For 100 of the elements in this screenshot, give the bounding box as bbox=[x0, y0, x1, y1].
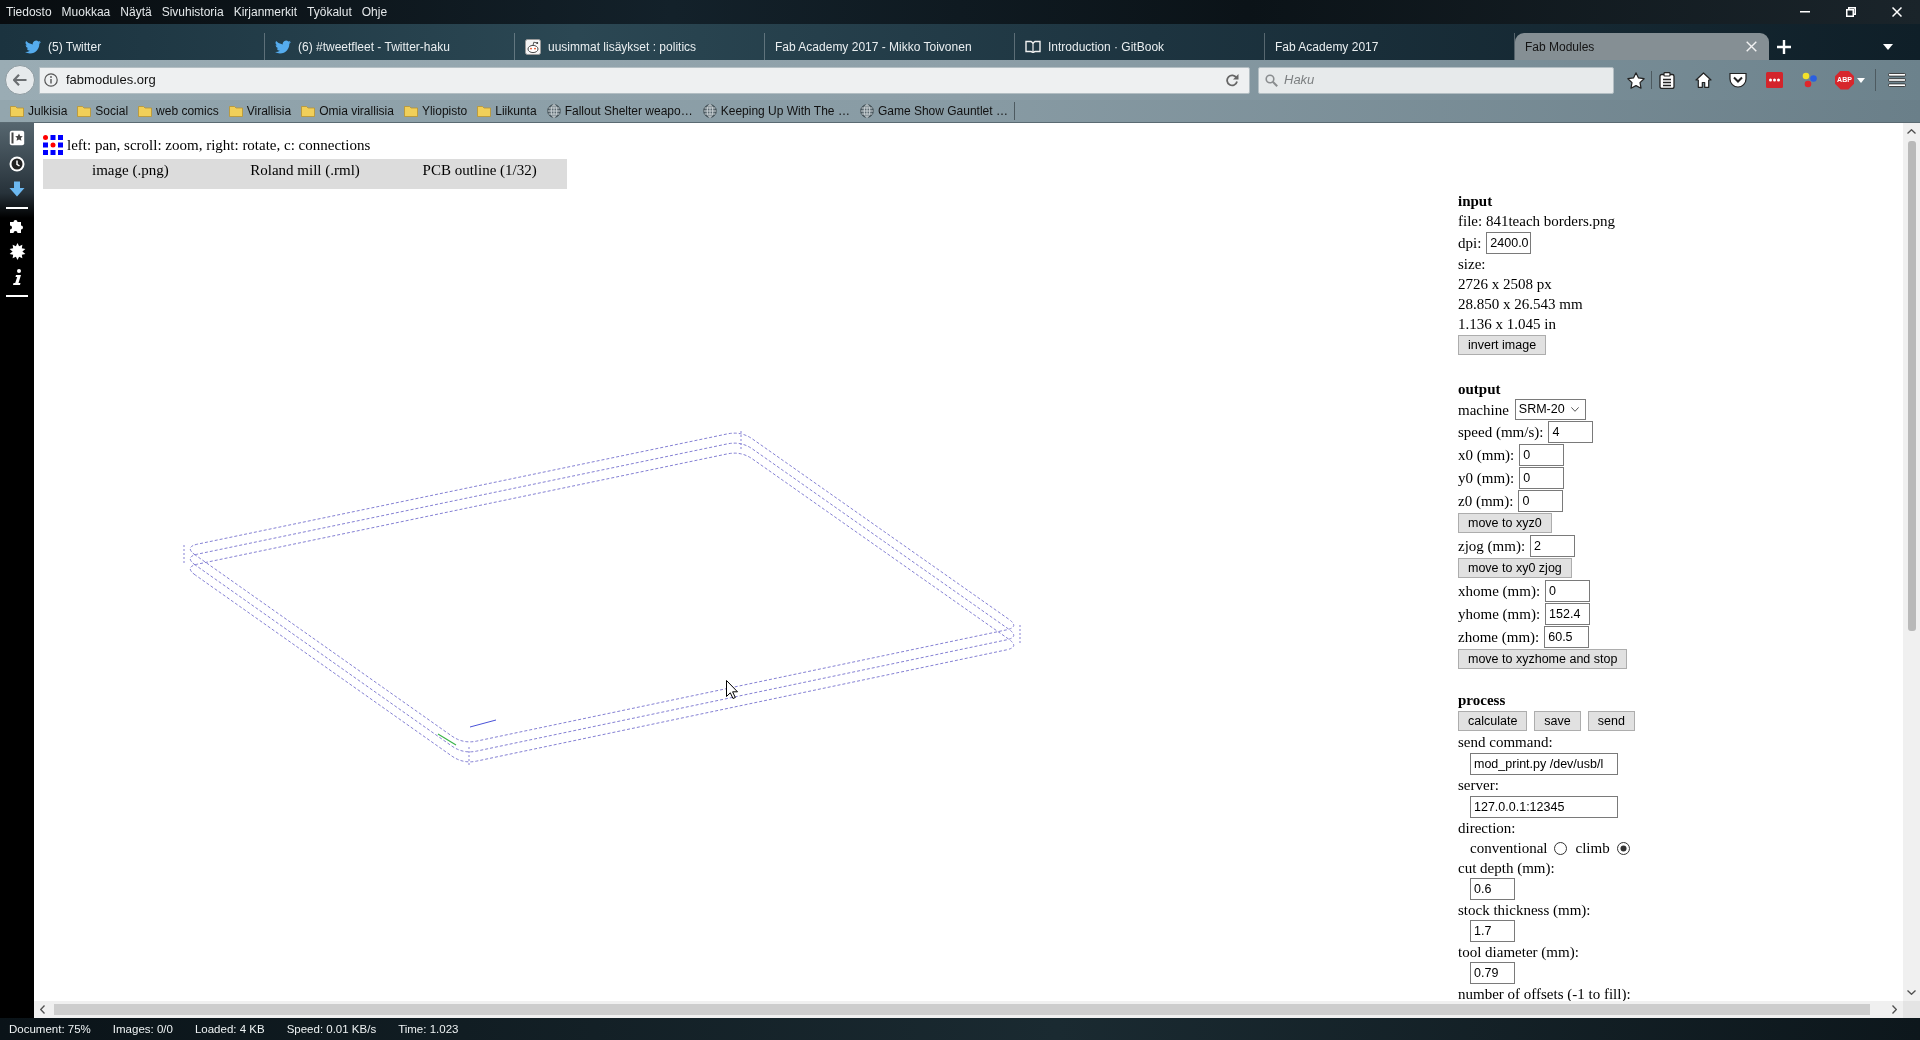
section-heading: input bbox=[1458, 192, 1493, 211]
horizontal-scrollbar[interactable] bbox=[34, 1001, 1903, 1018]
address-bar[interactable]: fabmodules.org bbox=[39, 66, 1250, 94]
bookmark-item[interactable]: web comics bbox=[138, 101, 219, 121]
menu-item[interactable]: Kirjanmerkit bbox=[228, 4, 303, 20]
home-icon[interactable] bbox=[1694, 72, 1712, 88]
button[interactable]: calculate bbox=[1458, 711, 1528, 731]
menu-item[interactable]: Tiedosto bbox=[1, 4, 57, 20]
radio-button[interactable] bbox=[1554, 841, 1568, 855]
radio-button[interactable] bbox=[1616, 841, 1630, 855]
star-icon[interactable] bbox=[1627, 71, 1645, 89]
bird-icon bbox=[275, 39, 291, 54]
input-field[interactable]: 152.4 bbox=[1545, 602, 1591, 625]
bookmark-item[interactable]: Social bbox=[77, 101, 129, 121]
dropdown[interactable]: SRM-20 bbox=[1514, 399, 1586, 420]
button[interactable]: move to xyzhome and stop bbox=[1458, 649, 1628, 669]
input-field[interactable]: 0 bbox=[1519, 466, 1565, 489]
caret-icon[interactable] bbox=[1883, 43, 1893, 50]
chevron-down-icon[interactable] bbox=[1907, 990, 1916, 995]
menu-item[interactable]: Muokkaa bbox=[56, 4, 116, 20]
input-field[interactable]: mod_print.py /dev/usb/l bbox=[1470, 752, 1618, 775]
field-label: dpi: bbox=[1458, 233, 1482, 253]
scrollbar-thumb[interactable] bbox=[1907, 141, 1916, 631]
bird-icon bbox=[25, 39, 41, 54]
bookmark-item[interactable]: Fallout Shelter weapo… bbox=[546, 101, 693, 121]
module-menu-item[interactable]: Roland mill (.rml) bbox=[217, 159, 393, 181]
input-field[interactable]: 2 bbox=[1530, 534, 1576, 557]
mouse-pointer-icon bbox=[726, 680, 738, 699]
field-label: xhome (mm): bbox=[1458, 581, 1541, 601]
field-label: x0 (mm): bbox=[1458, 445, 1515, 465]
field-label: yhome (mm): bbox=[1458, 604, 1541, 624]
panel-text: server: bbox=[1458, 776, 1499, 795]
input-field[interactable]: 0 bbox=[1519, 443, 1565, 466]
option-label: climb bbox=[1575, 839, 1610, 858]
chevron-shield-icon[interactable] bbox=[1729, 72, 1747, 88]
clock-icon[interactable] bbox=[9, 156, 25, 172]
panel-text: send command: bbox=[1458, 733, 1553, 752]
bookmark-item[interactable]: Keeping Up With The … bbox=[702, 101, 850, 121]
panel-text: stock thickness (mm): bbox=[1458, 901, 1591, 920]
panel-text: direction: bbox=[1458, 819, 1516, 838]
button[interactable]: send bbox=[1587, 711, 1635, 731]
download-arrow-icon[interactable] bbox=[9, 181, 25, 197]
menu-item[interactable]: Työkalut bbox=[302, 4, 357, 20]
input-field[interactable]: 60.5 bbox=[1544, 625, 1590, 648]
folder-icon bbox=[301, 105, 316, 117]
bookmark-item[interactable]: Game Show Gauntlet … bbox=[859, 101, 1008, 121]
bookmark-item[interactable]: Julkisia bbox=[10, 101, 68, 121]
input-field[interactable]: 0 bbox=[1518, 489, 1564, 512]
menu-item[interactable]: Sivuhistoria bbox=[156, 4, 229, 20]
button[interactable]: invert image bbox=[1458, 335, 1547, 355]
chevron-left-icon[interactable] bbox=[40, 1005, 45, 1014]
input-field[interactable]: 0 bbox=[1545, 579, 1591, 602]
status-text: Loaded: 4 KB bbox=[194, 1022, 265, 1036]
menu-item[interactable]: Ohje bbox=[356, 4, 393, 20]
restore-icon[interactable] bbox=[1846, 7, 1856, 17]
input-field[interactable]: 1.7 bbox=[1470, 920, 1515, 942]
vertical-scrollbar[interactable] bbox=[1903, 123, 1920, 1001]
chevron-up-icon[interactable] bbox=[1907, 129, 1916, 134]
button[interactable]: move to xyz0 bbox=[1458, 513, 1552, 533]
bookmark-item[interactable]: Omia virallisia bbox=[301, 101, 394, 121]
puzzle-piece-icon[interactable] bbox=[9, 217, 25, 233]
field-label: zhome (mm): bbox=[1458, 627, 1540, 647]
panel-text: tool diameter (mm): bbox=[1458, 943, 1579, 962]
reload-icon[interactable] bbox=[1225, 73, 1239, 87]
field-label: z0 (mm): bbox=[1458, 491, 1514, 511]
button[interactable]: move to xy0 zjog bbox=[1458, 558, 1572, 578]
scrollbar-thumb[interactable] bbox=[54, 1004, 1870, 1015]
globe-icon bbox=[546, 104, 561, 118]
input-field[interactable]: 4 bbox=[1548, 420, 1594, 443]
ellipsis-square-icon[interactable] bbox=[1765, 72, 1783, 88]
open-book-icon bbox=[1025, 40, 1041, 53]
bookmark-item[interactable]: Virallisia bbox=[228, 101, 292, 121]
instructions-text: left: pan, scroll: zoom, right: rotate, c: connections bbox=[67, 135, 371, 155]
arrow-left-icon bbox=[13, 74, 27, 86]
panel-text: cut depth (mm): bbox=[1458, 859, 1555, 878]
module-menu-item[interactable]: image (.png) bbox=[43, 159, 218, 181]
chevron-right-icon[interactable] bbox=[1892, 1005, 1897, 1014]
input-field[interactable]: 127.0.0.1:12345 bbox=[1470, 795, 1618, 818]
folder-icon bbox=[138, 105, 153, 117]
module-menu-item[interactable]: PCB outline (1/32) bbox=[392, 159, 567, 181]
back-button[interactable] bbox=[5, 65, 35, 95]
dot-grid-logo-icon bbox=[43, 135, 63, 155]
info-icon[interactable] bbox=[12, 269, 22, 285]
field-label: y0 (mm): bbox=[1458, 468, 1515, 488]
panel-text: 2726 x 2508 px bbox=[1458, 275, 1552, 294]
panel-text: file: 841teach borders.png bbox=[1458, 212, 1616, 231]
starburst-icon[interactable] bbox=[8, 243, 26, 260]
bookmark-item[interactable]: Yliopisto bbox=[403, 101, 468, 121]
minimize-icon[interactable] bbox=[1800, 11, 1810, 13]
menu-item[interactable]: Näytä bbox=[115, 4, 157, 20]
tab[interactable]: Fab Modules bbox=[1515, 33, 1769, 60]
menu-icon[interactable] bbox=[1888, 73, 1906, 87]
plus-icon[interactable] bbox=[1777, 39, 1791, 54]
input-field[interactable]: 0.6 bbox=[1470, 878, 1515, 900]
colored-dots-icon[interactable] bbox=[1802, 72, 1818, 88]
input-field[interactable]: 2400.0 bbox=[1486, 231, 1532, 254]
bookmark-item[interactable]: Liikunta bbox=[477, 101, 537, 121]
button[interactable]: save bbox=[1534, 711, 1581, 731]
input-field[interactable]: 0.79 bbox=[1470, 962, 1515, 984]
clipboard-list-icon[interactable] bbox=[1659, 71, 1675, 89]
